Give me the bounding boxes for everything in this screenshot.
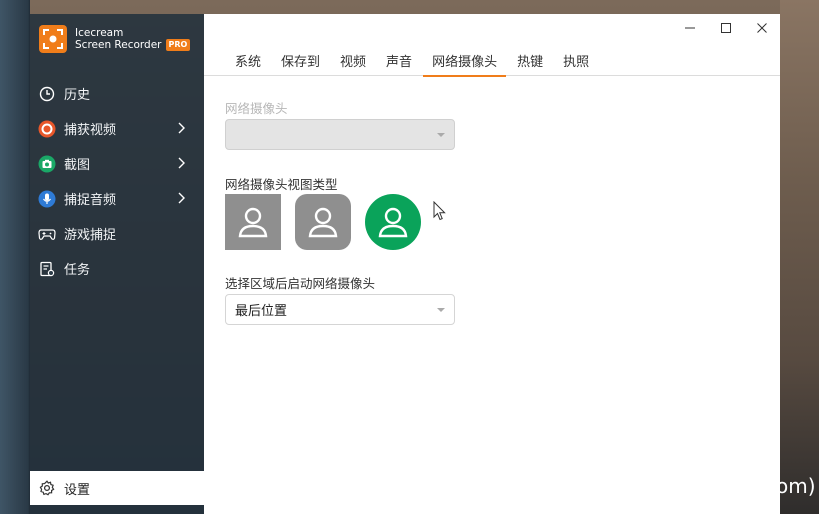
- pro-badge: PRO: [165, 39, 191, 51]
- sidebar-item-capture-video[interactable]: 捕获视频: [30, 111, 204, 146]
- view-type-square[interactable]: [225, 194, 281, 250]
- user-rounded-icon: [308, 207, 338, 238]
- app-name-line1: Icecream: [75, 27, 124, 39]
- record-icon: [38, 120, 56, 138]
- mouse-cursor-icon: [433, 201, 446, 221]
- close-icon: [757, 23, 767, 33]
- tab-system[interactable]: 系统: [226, 44, 270, 76]
- app-name: Icecream Screen Recorder PRO: [75, 27, 191, 51]
- task-icon: [38, 260, 56, 278]
- settings-window: 系统 保存到 视频 声音 网络摄像头 热键 执照 网络摄像头 网络摄像头视图类型…: [204, 14, 780, 514]
- app-brand: Icecream Screen Recorder PRO: [39, 24, 191, 54]
- maximize-button[interactable]: [708, 14, 744, 42]
- sidebar-nav: 历史 捕获视频 截图 捕捉音频 游戏捕捉 任务: [30, 76, 204, 286]
- sidebar-item-label: 截图: [64, 158, 91, 173]
- gamepad-icon: [38, 225, 56, 243]
- sidebar-item-label: 历史: [64, 88, 91, 103]
- window-controls: [672, 14, 780, 42]
- close-button[interactable]: [744, 14, 780, 42]
- tab-hotkeys[interactable]: 热键: [508, 44, 552, 76]
- chevron-right-icon: [178, 192, 185, 204]
- start-webcam-label: 选择区域后启动网络摄像头: [225, 276, 376, 291]
- maximize-icon: [721, 23, 731, 33]
- tab-save-to[interactable]: 保存到: [272, 44, 329, 76]
- dropdown-arrow-icon: [437, 133, 445, 137]
- sidebar-item-tasks[interactable]: 任务: [30, 251, 204, 286]
- sidebar-item-capture-audio[interactable]: 捕捉音频: [30, 181, 204, 216]
- sidebar-item-label: 设置: [64, 482, 91, 498]
- minimize-button[interactable]: [672, 14, 708, 42]
- tab-webcam[interactable]: 网络摄像头: [423, 44, 507, 77]
- sidebar-item-label: 捕捉音频: [64, 193, 117, 208]
- chevron-right-icon: [178, 157, 185, 169]
- start-webcam-select[interactable]: 最后位置: [225, 294, 455, 325]
- view-type-circle[interactable]: [365, 194, 421, 250]
- user-circle-icon: [378, 207, 408, 238]
- start-webcam-select-value: 最后位置: [235, 304, 288, 319]
- view-type-label: 网络摄像头视图类型: [225, 177, 338, 192]
- app-logo-icon: [39, 25, 67, 53]
- settings-tabs: 系统 保存到 视频 声音 网络摄像头 热键 执照: [204, 44, 780, 77]
- clock-icon: [38, 85, 56, 103]
- view-type-rounded[interactable]: [295, 194, 351, 250]
- dropdown-arrow-icon: [437, 308, 445, 312]
- webcam-select[interactable]: [225, 119, 455, 150]
- sidebar-item-settings[interactable]: 设置: [30, 471, 204, 505]
- user-square-icon: [238, 207, 268, 238]
- app-name-line2: Screen Recorder: [75, 39, 162, 51]
- microphone-icon: [38, 190, 56, 208]
- tab-video[interactable]: 视频: [331, 44, 375, 76]
- gear-icon: [38, 479, 56, 497]
- sidebar-item-label: 游戏捕捉: [64, 228, 117, 243]
- tab-license[interactable]: 执照: [554, 44, 598, 76]
- minimize-icon: [685, 27, 695, 29]
- webcam-select-label: 网络摄像头: [225, 101, 288, 116]
- sidebar-item-screenshot[interactable]: 截图: [30, 146, 204, 181]
- watermark-text: om): [776, 474, 816, 498]
- desktop-edge: [780, 0, 819, 514]
- camera-icon: [38, 155, 56, 173]
- tab-audio[interactable]: 声音: [377, 44, 421, 76]
- sidebar: Icecream Screen Recorder PRO 历史 捕获视频 截图: [30, 14, 204, 514]
- sidebar-item-game-capture[interactable]: 游戏捕捉: [30, 216, 204, 251]
- sidebar-item-label: 捕获视频: [64, 123, 117, 138]
- chevron-right-icon: [178, 122, 185, 134]
- sidebar-item-history[interactable]: 历史: [30, 76, 204, 111]
- sidebar-item-label: 任务: [64, 263, 91, 278]
